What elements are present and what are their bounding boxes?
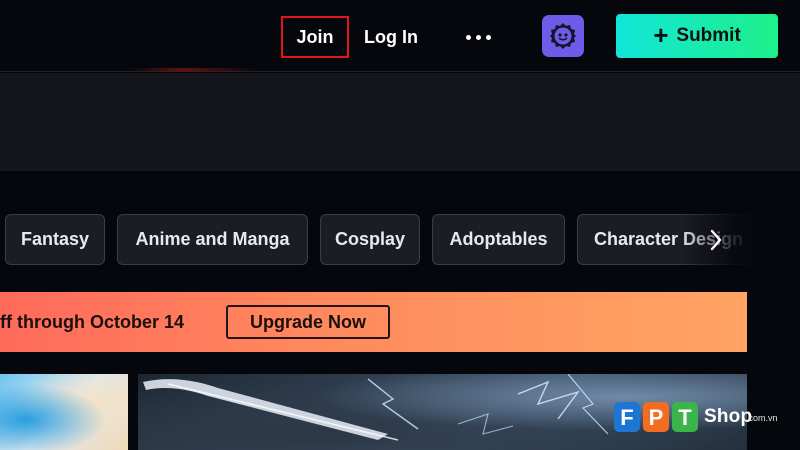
chip-row-fade: [680, 214, 800, 266]
banner-area: [0, 73, 800, 171]
artwork-thumbnail[interactable]: [0, 374, 128, 450]
category-chip-anime-and-manga[interactable]: Anime and Manga: [117, 214, 308, 265]
ellipsis-icon: [465, 34, 471, 40]
plus-icon: +: [653, 20, 669, 50]
fpt-shop-watermark: F PT Shop .com.vn: [612, 398, 800, 438]
gear-face-icon: [550, 23, 576, 49]
category-chip-cosplay[interactable]: Cosplay: [320, 214, 420, 265]
join-button[interactable]: Join: [281, 16, 349, 58]
submit-label: Submit: [676, 25, 741, 46]
top-navigation-bar: Join Log In + Submit: [0, 0, 800, 72]
upgrade-now-button[interactable]: Upgrade Now: [226, 305, 390, 339]
svg-text:P: P: [649, 405, 664, 430]
header-accent-line: [130, 68, 260, 72]
fpt-logo: F PT: [614, 402, 698, 432]
category-chip-row: Fantasy Anime and Manga Cosplay Adoptabl…: [0, 214, 800, 266]
promo-text: ff through October 14: [0, 311, 184, 332]
category-chip-adoptables[interactable]: Adoptables: [432, 214, 565, 265]
ellipsis-icon: [475, 34, 481, 40]
chevron-right-icon: [710, 229, 722, 251]
login-button[interactable]: Log In: [364, 16, 418, 58]
profile-avatar-button[interactable]: [542, 15, 584, 57]
svg-text:F: F: [620, 405, 633, 430]
watermark-domain-text: .com.vn: [746, 413, 778, 423]
category-chip-fantasy[interactable]: Fantasy: [5, 214, 105, 265]
submit-button[interactable]: + Submit: [616, 14, 778, 58]
promo-banner: ff through October 14 Upgrade Now: [0, 292, 747, 352]
svg-text:T: T: [678, 405, 692, 430]
scroll-right-button[interactable]: [702, 226, 730, 254]
ellipsis-icon: [485, 34, 491, 40]
more-menu-button[interactable]: [462, 24, 494, 50]
